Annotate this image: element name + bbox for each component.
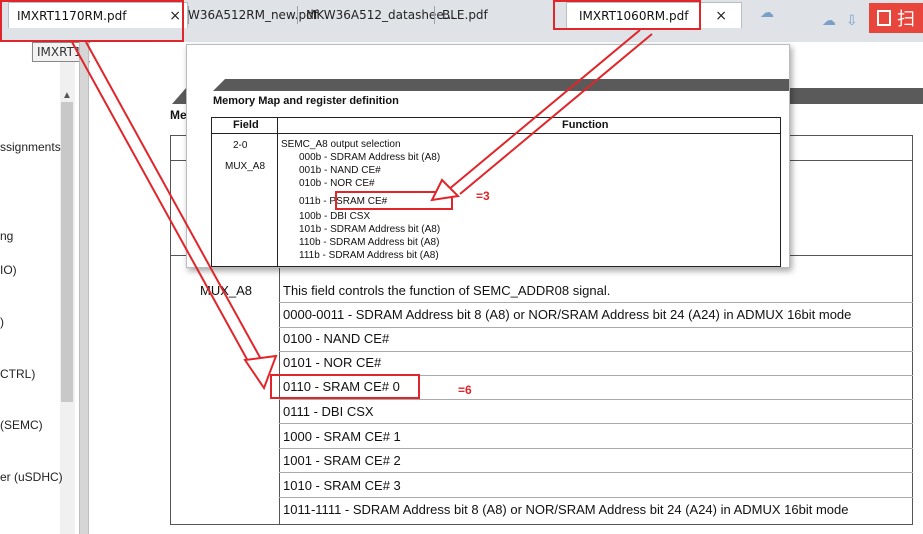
overlay-col-function: Function (562, 119, 609, 131)
row-divider (279, 327, 913, 328)
row-divider (279, 497, 913, 498)
download-icon[interactable]: ⇩ (846, 12, 858, 29)
table-row: 1001 - SRAM CE# 2 (283, 453, 401, 468)
tab-w36a512rm-new[interactable]: W36A512RM_new.pdf (180, 2, 318, 28)
annotation-eq3: =3 (476, 189, 490, 203)
sidebar-item[interactable]: ng (0, 229, 13, 243)
document-icon (877, 10, 891, 26)
row-divider (279, 351, 913, 352)
snippet-overlay: Memory Map and register definition Field… (186, 44, 790, 268)
row-divider (279, 399, 913, 400)
overlay-heading: Memory Map and register definition (213, 95, 399, 107)
tab-label: BLE.pdf (442, 8, 488, 22)
table-row: This field controls the function of SEMC… (283, 283, 611, 298)
overlay-col-field: Field (233, 119, 259, 131)
tab-label: MKW36A512_datashee... (306, 8, 456, 22)
field-name: MUX_A8 (200, 283, 253, 298)
highlight-box-1170-tab (0, 0, 184, 42)
sidebar-item[interactable]: (SEMC) (0, 418, 43, 432)
table-row: 1000 - SRAM CE# 1 (283, 429, 401, 444)
sidebar-item[interactable]: ) (0, 315, 4, 329)
row-divider (279, 302, 913, 303)
highlight-box-sram-ce0 (270, 374, 420, 399)
table-row: 0000-0011 - SDRAM Address bit 8 (A8) or … (283, 307, 852, 322)
red-action-button[interactable]: 扫 (869, 3, 923, 33)
table-row: 0111 - DBI CSX (283, 404, 374, 419)
annotation-eq6: =6 (458, 383, 472, 397)
chevron-up-icon[interactable]: ▲ (62, 90, 72, 101)
cloud-icon[interactable]: ☁ (822, 12, 836, 29)
section-heading: Me (170, 108, 187, 122)
button-label: 扫 (897, 9, 915, 29)
table-row: 1011-1111 - SDRAM Address bit 8 (A8) or … (283, 502, 849, 517)
sidebar-item[interactable]: ssignments (0, 140, 61, 154)
overlay-line: 001b - NAND CE# (299, 165, 381, 176)
overlay-header-rule (211, 133, 781, 134)
overlay-line: 110b - SDRAM Address bit (A8) (299, 237, 440, 248)
sidebar-item[interactable]: IO) (0, 263, 17, 277)
row-divider (279, 472, 913, 473)
overlay-line: SEMC_A8 output selection (281, 139, 401, 150)
tab-mkw36a512-datasheet[interactable]: MKW36A512_datashee... (298, 2, 455, 28)
sidebar-scrollbar-thumb[interactable] (61, 102, 73, 402)
table-row: 1010 - SRAM CE# 3 (283, 478, 401, 493)
overlay-line: 111b - SDRAM Address bit (A8) (299, 250, 439, 261)
section-band (213, 79, 789, 91)
overlay-line: 010b - NOR CE# (299, 178, 375, 189)
overlay-line: 000b - SDRAM Address bit (A8) (299, 152, 441, 163)
sidebar-item[interactable]: er (uSDHC) (0, 470, 63, 484)
close-icon[interactable]: × (715, 8, 727, 24)
panel-splitter[interactable] (79, 42, 89, 534)
table-row: 0100 - NAND CE# (283, 331, 390, 346)
tab-ble[interactable]: BLE.pdf (434, 2, 524, 28)
row-divider (279, 448, 913, 449)
highlight-box-psram-ce (335, 191, 453, 210)
row-divider (279, 423, 913, 424)
overlay-line: 101b - SDRAM Address bit (A8) (299, 224, 441, 235)
table-row: 0101 - NOR CE# (283, 355, 382, 370)
cloud-icon[interactable]: ☁ (760, 4, 774, 21)
sidebar-item[interactable]: CTRL) (0, 367, 35, 381)
highlight-box-1060-tab (553, 0, 701, 30)
overlay-bits: 2-0 (233, 140, 248, 151)
overlay-column-rule (277, 117, 278, 267)
overlay-field: MUX_A8 (225, 161, 266, 172)
overlay-line: 100b - DBI CSX (299, 211, 371, 222)
